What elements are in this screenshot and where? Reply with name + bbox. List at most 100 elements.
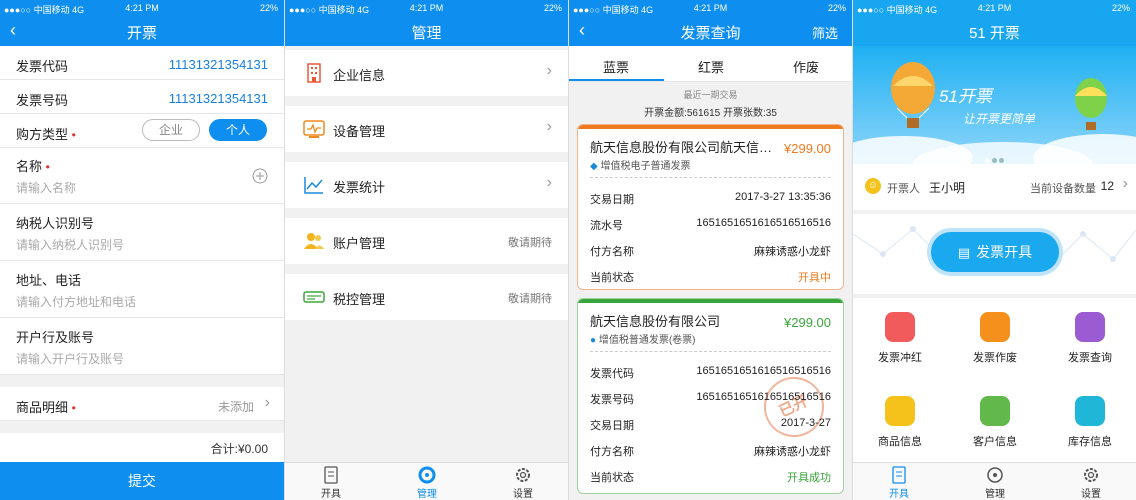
invoice-type: 增值税普通发票(卷票) xyxy=(598,335,696,346)
taxpayer-id-row[interactable]: 纳税人识别号 请输入纳税人识别号 xyxy=(0,204,284,261)
nav-bar: 管理 xyxy=(285,16,568,46)
page-title: 开票 xyxy=(126,25,157,42)
invoice-price: ¥299.00 xyxy=(784,315,831,330)
name-input[interactable]: 请输入名称 xyxy=(16,179,76,196)
carousel-dot[interactable] xyxy=(985,158,990,163)
banner-illustration xyxy=(853,62,1136,164)
nav-bar: 51 开票 xyxy=(853,16,1136,46)
tab-label: 设置 xyxy=(513,489,533,500)
required-mark: • xyxy=(45,160,50,174)
issuer-label: 开票人 xyxy=(887,183,920,195)
banner-title: 51开票 xyxy=(939,87,992,106)
tab-issue[interactable]: 开具 xyxy=(301,466,361,500)
feature-label: 发票作废 xyxy=(973,352,1017,364)
name-row[interactable]: 名称 • 请输入名称 xyxy=(0,148,284,204)
tax-device-icon xyxy=(303,291,325,303)
feature-label: 库存信息 xyxy=(1068,436,1112,448)
filter-button[interactable]: 筛选 xyxy=(812,23,838,42)
chevron-right-icon: › xyxy=(546,118,552,135)
required-mark: • xyxy=(71,128,76,142)
menu-item-tax-control[interactable]: 税控管理 敬请期待 xyxy=(285,274,568,320)
feature-invoice-void[interactable]: 发票作废 xyxy=(948,312,1042,366)
menu-item-company-info[interactable]: 企业信息 › xyxy=(285,50,568,96)
banner[interactable]: 51开票 让开票更简单 xyxy=(853,46,1136,164)
building-icon xyxy=(307,63,321,83)
card-divider xyxy=(590,177,831,178)
feature-customer-info[interactable]: 客户信息 xyxy=(948,396,1042,450)
feature-invoice-reverse[interactable]: 发票冲红 xyxy=(853,312,947,366)
row-value: 麻辣诱惑小龙虾 xyxy=(754,446,831,458)
submit-button[interactable]: 提交 xyxy=(0,462,284,500)
tab-issue[interactable]: 开具 xyxy=(869,466,929,500)
query-invoice-icon xyxy=(1075,312,1105,342)
row-key: 交易日期 xyxy=(590,420,634,432)
menu-item-invoice-stats[interactable]: 发票统计 › xyxy=(285,162,568,208)
gear-icon xyxy=(516,468,530,482)
address-phone-input[interactable]: 请输入付方地址和电话 xyxy=(16,293,136,310)
invoice-number-value: 11131321354131 xyxy=(168,91,268,106)
page-title: 发票查询 xyxy=(680,25,741,42)
row-value: 1651651651616516516516 xyxy=(696,217,831,229)
total-amount: 合计:¥0.00 xyxy=(210,442,268,456)
add-circle-icon[interactable] xyxy=(252,168,268,184)
menu-item-account-management[interactable]: 账户管理 敬请期待 xyxy=(285,218,568,264)
goods-detail-row[interactable]: 商品明细 • 未添加 › xyxy=(0,387,284,421)
battery-text: 22% xyxy=(259,3,278,13)
row-key: 交易日期 xyxy=(590,194,634,206)
bank-account-input[interactable]: 请输入开户行及账号 xyxy=(16,350,124,367)
tab-settings[interactable]: 设置 xyxy=(493,466,553,500)
bottom-tab-bar: 开具 管理 设置 xyxy=(285,462,568,500)
invoice-card[interactable]: 航天信息股份有限公司 ¥299.00 ● 增值税普通发票(卷票) 已开 发票代码… xyxy=(577,298,844,494)
invoice-code-label: 发票代码 xyxy=(16,59,69,74)
menu-item-device-management[interactable]: 设备管理 › xyxy=(285,106,568,152)
battery-text: 22% xyxy=(827,3,846,13)
goods-detail-value: 未添加 xyxy=(217,400,254,414)
invoice-card[interactable]: 航天信息股份有限公司航天信息股份有限公司 ¥299.00 ◆ 增值税电子普通发票… xyxy=(577,124,844,290)
invoice-number-label: 发票号码 xyxy=(16,93,69,108)
chevron-right-icon: › xyxy=(546,62,552,79)
tab-manage[interactable]: 管理 xyxy=(965,466,1025,500)
recent-period-label: 最近一期交易 xyxy=(683,90,738,100)
page-title: 管理 xyxy=(411,25,442,42)
tab-manage[interactable]: 管理 xyxy=(397,466,457,500)
carousel-dot[interactable] xyxy=(999,158,1004,163)
taxpayer-id-input[interactable]: 请输入纳税人识别号 xyxy=(16,236,124,253)
carousel-dot[interactable] xyxy=(992,158,997,163)
name-label: 名称 xyxy=(16,159,43,174)
status-time: 4:21 PM xyxy=(409,3,444,13)
tab-label: 设置 xyxy=(1081,489,1101,500)
coming-soon-text: 敬请期待 xyxy=(508,237,552,249)
banner-subtitle: 让开票更简单 xyxy=(963,112,1036,126)
feature-inventory-info[interactable]: 库存信息 xyxy=(1043,396,1136,450)
row-key: 发票号码 xyxy=(590,394,634,406)
row-key: 付方名称 xyxy=(590,446,634,458)
feature-label: 发票查询 xyxy=(1068,352,1112,364)
row-value: 2017-3-27 xyxy=(780,417,831,429)
bank-account-row[interactable]: 开户行及账号 请输入开户行及账号 xyxy=(0,318,284,375)
tab-settings[interactable]: 设置 xyxy=(1061,466,1121,500)
tab-label: 开具 xyxy=(321,489,341,500)
buyer-type-company-button[interactable]: 企业 xyxy=(142,119,200,141)
tab-void-invoice[interactable]: 作废 xyxy=(759,57,852,76)
feature-product-info[interactable]: 商品信息 xyxy=(853,396,947,450)
invoice-summary: 开票金额:561615 开票张数:35 xyxy=(644,108,777,119)
chevron-right-icon: › xyxy=(546,174,552,191)
issue-invoice-button[interactable]: ▤ 发票开具 xyxy=(931,232,1059,272)
address-phone-row[interactable]: 地址、电话 请输入付方地址和电话 xyxy=(0,261,284,318)
status-time: 4:21 PM xyxy=(693,3,728,13)
buyer-type-personal-button[interactable]: 个人 xyxy=(209,119,267,141)
tab-blue-invoice[interactable]: 蓝票 xyxy=(569,57,663,76)
row-key: 当前状态 xyxy=(590,472,634,484)
bank-account-label: 开户行及账号 xyxy=(16,330,95,345)
status-time: 4:21 PM xyxy=(977,3,1012,13)
row-key: 流水号 xyxy=(590,220,623,232)
battery-text: 22% xyxy=(1111,3,1130,13)
chevron-right-icon: › xyxy=(264,394,270,411)
status-badge: 开具中 xyxy=(798,272,831,284)
issuer-row[interactable]: ☺ 开票人 王小明 当前设备数量 12 › xyxy=(853,164,1136,210)
carousel-dots xyxy=(985,150,1004,164)
feature-invoice-query[interactable]: 发票查询 xyxy=(1043,312,1136,366)
menu-item-label: 设备管理 xyxy=(333,124,386,139)
row-value: 2017-3-27 13:35:36 xyxy=(734,191,831,203)
tab-red-invoice[interactable]: 红票 xyxy=(664,57,758,76)
